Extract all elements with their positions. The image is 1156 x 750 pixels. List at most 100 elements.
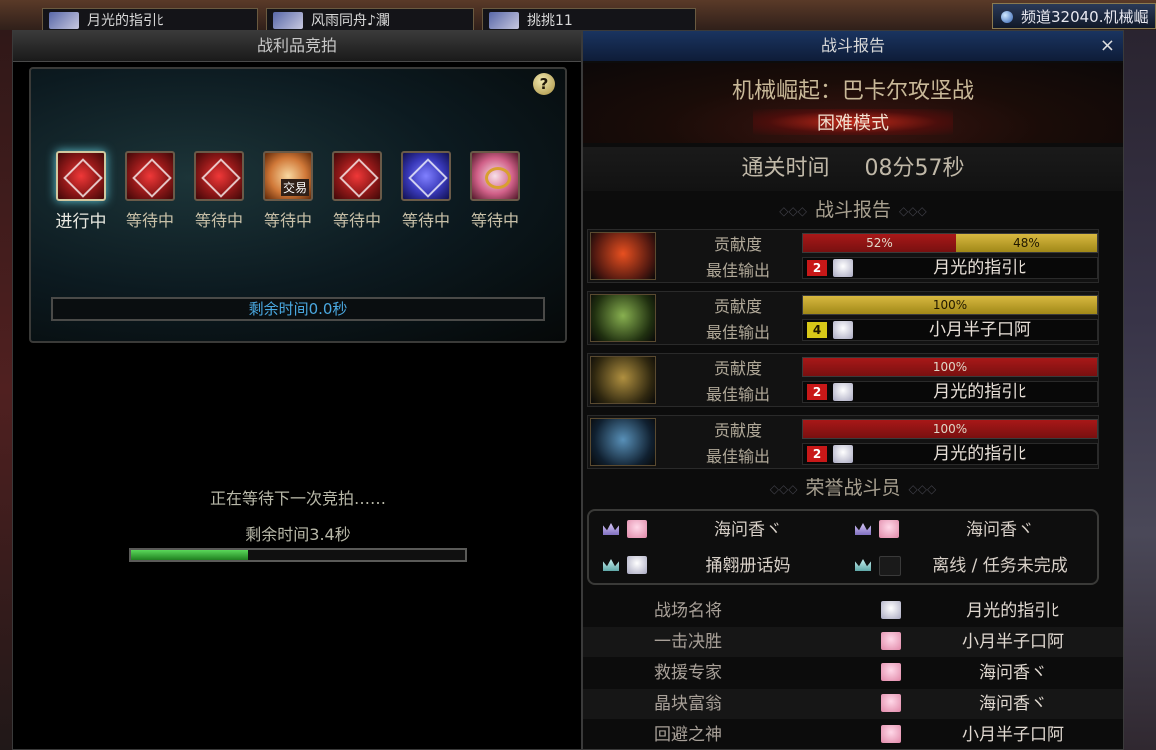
party-tab-label: 风雨同舟♪瀾	[311, 13, 390, 29]
party-tab-3[interactable]: 挑挑11	[482, 8, 696, 32]
ornament-icon: ◇◇◇	[779, 203, 807, 218]
party-tab-2[interactable]: 风雨同舟♪瀾	[266, 8, 474, 32]
award-player[interactable]: 月光的指引ﾋ	[913, 596, 1113, 626]
auction-slot[interactable]: 等待中	[191, 151, 247, 231]
boss-row: 贡献度最佳输出 52% 48% 2 月光的指引ﾋ	[587, 229, 1099, 283]
avatar	[273, 12, 303, 29]
auction-remaining-time: 剩余时间0.0秒	[51, 297, 545, 321]
contribution-segment: 48%	[955, 234, 1097, 252]
honor-fighter-name: 海问香ヾ	[714, 520, 782, 540]
contribution-bar: 100%	[802, 419, 1098, 439]
award-player[interactable]: 海问香ヾ	[913, 689, 1113, 719]
award-row: 回避之神 小月半子口阿	[583, 720, 1123, 749]
contribution-bar: 100%	[802, 357, 1098, 377]
best-dps-label: 最佳输出	[705, 323, 770, 342]
trade-card-icon: 交易	[263, 151, 313, 201]
channel-indicator[interactable]: 频道32040.机械崛	[992, 3, 1156, 29]
honor-fighter-name: 捅翱册话妈	[705, 556, 791, 576]
auction-slot[interactable]: 等待中	[398, 151, 454, 231]
avatar	[833, 445, 853, 463]
player-name: 月光的指引ﾋ	[933, 258, 1027, 278]
blue-cube-icon	[401, 151, 451, 201]
award-title: 战场名将	[654, 601, 722, 621]
best-dps-player[interactable]: 2 月光的指引ﾋ	[802, 257, 1098, 279]
honor-fighter[interactable]: 海问香ヾ	[593, 513, 843, 547]
rank-badge: 2	[807, 384, 827, 400]
auction-slot[interactable]: 等待中	[329, 151, 385, 231]
waiting-progress-fill	[131, 550, 248, 560]
auction-slot[interactable]: 等待中	[122, 151, 178, 231]
award-player[interactable]: 海问香ヾ	[913, 658, 1113, 688]
clear-time-value: 08分57秒	[864, 156, 965, 181]
clear-time-label: 通关时间	[741, 156, 830, 181]
battle-report-titlebar: 战斗报告 ×	[583, 31, 1123, 61]
award-player[interactable]: 小月半子口阿	[913, 720, 1113, 749]
section-title: 荣誉战斗员	[805, 477, 901, 499]
avatar	[881, 694, 901, 712]
auction-slot[interactable]: 交易 等待中	[260, 151, 316, 231]
award-title: 一击决胜	[654, 632, 722, 652]
battle-report-panel: 战斗报告 × 机械崛起：巴卡尔攻坚战 困难模式 通关时间 08分57秒 ◇◇◇ 战…	[582, 30, 1124, 750]
battle-report-title: 战斗报告	[820, 36, 885, 55]
award-row: 一击决胜 小月半子口阿	[583, 627, 1123, 657]
slot-status: 等待中	[470, 211, 519, 230]
contribution-label: 贡献度	[713, 235, 762, 254]
contribution-label: 贡献度	[713, 297, 762, 316]
best-dps-player[interactable]: 4 小月半子口阿	[802, 319, 1098, 341]
waiting-message: 正在等待下一次竞拍……	[209, 489, 386, 508]
epic-cube-icon	[56, 151, 106, 201]
award-player[interactable]: 小月半子口阿	[913, 627, 1113, 657]
contribution-segment: 100%	[803, 296, 1097, 314]
award-title: 救援专家	[654, 663, 722, 683]
slot-status: 等待中	[125, 211, 174, 230]
crown-icon	[855, 523, 871, 535]
slot-status: 进行中	[55, 212, 107, 232]
avatar	[833, 383, 853, 401]
party-tab-label: 挑挑11	[527, 13, 573, 29]
slot-status: 等待中	[332, 211, 381, 230]
dungeon-banner: 机械崛起：巴卡尔攻坚战 困难模式	[583, 63, 1123, 143]
rank-badge: 2	[807, 446, 827, 462]
crown-icon	[603, 523, 619, 535]
close-icon[interactable]: ×	[1100, 31, 1115, 61]
best-dps-player[interactable]: 2 月光的指引ﾋ	[802, 381, 1098, 403]
loot-auction-title: 战利品竞拍	[13, 31, 581, 62]
best-dps-label: 最佳输出	[705, 261, 770, 280]
dungeon-name: 机械崛起：巴卡尔攻坚战	[731, 79, 974, 104]
avatar	[49, 12, 79, 29]
scene-left-strip	[0, 30, 12, 750]
trade-tag: 交易	[281, 179, 310, 196]
award-title: 回避之神	[654, 725, 722, 745]
boss-portrait-icon	[590, 418, 656, 466]
ornament-icon: ◇◇◇	[908, 481, 937, 496]
avatar	[881, 725, 901, 743]
avatar	[881, 601, 901, 619]
loot-auction-panel: 战利品竞拍 ? 进行中 等待中 等待中 交易 等待中 等待中 等待中 等待中 剩…	[12, 30, 582, 750]
player-name: 小月半子口阿	[929, 320, 1031, 340]
auction-slot[interactable]: 等待中	[467, 151, 523, 231]
crown-icon	[855, 559, 871, 571]
ornament-icon: ◇◇◇	[769, 481, 798, 496]
honor-fighter[interactable]: 捅翱册话妈	[593, 549, 843, 583]
party-tab-label: 月光的指引ﾋ	[87, 13, 164, 29]
crown-icon	[603, 559, 619, 571]
avatar	[489, 12, 519, 29]
contribution-segment: 100%	[803, 420, 1097, 438]
honor-fighter[interactable]: 离线 / 任务未完成	[845, 549, 1095, 583]
contribution-bar: 52% 48%	[802, 233, 1098, 253]
boss-row: 贡献度 最佳输出 100% 2 月光的指引ﾋ	[587, 415, 1099, 469]
slot-status: 等待中	[194, 211, 243, 230]
award-row: 战场名将 月光的指引ﾋ	[583, 596, 1123, 626]
auction-slot[interactable]: 进行中	[53, 151, 109, 232]
player-name: 月光的指引ﾋ	[933, 444, 1027, 464]
slot-status: 等待中	[263, 211, 312, 230]
best-dps-player[interactable]: 2 月光的指引ﾋ	[802, 443, 1098, 465]
honor-fighter[interactable]: 海问香ヾ	[845, 513, 1095, 547]
award-row: 晶块富翁 海问香ヾ	[583, 689, 1123, 719]
help-icon[interactable]: ?	[533, 73, 555, 95]
party-tab-1[interactable]: 月光的指引ﾋ	[42, 8, 258, 32]
award-row: 救援专家 海问香ヾ	[583, 658, 1123, 688]
waiting-progress-bar	[129, 548, 467, 562]
honor-fighter-name: 海问香ヾ	[966, 520, 1034, 540]
avatar	[881, 632, 901, 650]
